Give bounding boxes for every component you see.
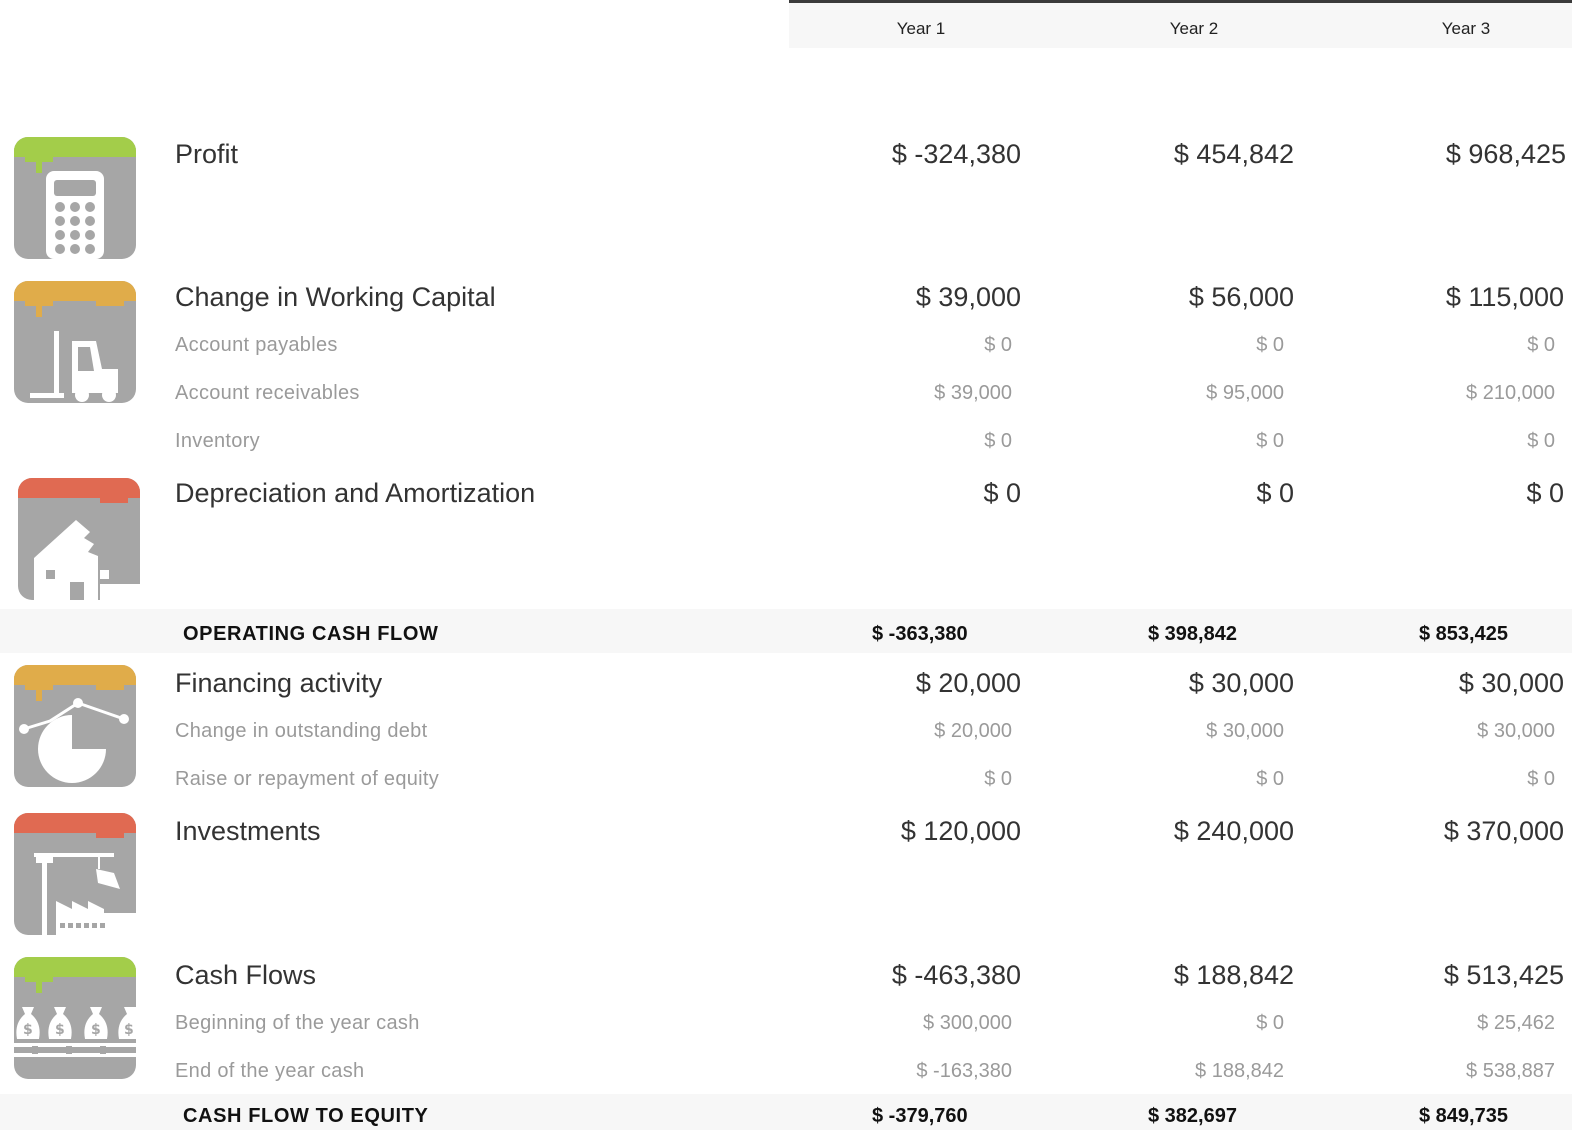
account-receivables-year-1: $ 39,000 — [934, 382, 1012, 404]
working-capital-year-1: $ 39,000 — [915, 282, 1021, 312]
year-3-header: Year 3 — [1441, 19, 1491, 38]
end-cash-year-3: $ 538,887 — [1466, 1060, 1555, 1082]
svg-text:$: $ — [55, 1022, 65, 1038]
investments-year-1: $ 120,000 — [900, 816, 1021, 846]
depreciation-year-2: $ 0 — [1256, 478, 1294, 508]
cash-flow-to-equity-year-2: $ 382,697 — [1148, 1105, 1237, 1127]
working-capital-year-3: $ 115,000 — [1445, 282, 1564, 312]
money-bags-icon: $ $ $ $ — [14, 957, 136, 1079]
pie-chart-icon — [14, 665, 136, 787]
outstanding-debt-year-2: $ 30,000 — [1206, 720, 1284, 742]
depreciation-label: Depreciation and Amortization — [175, 478, 536, 508]
profit-year-3: $ 968,425 — [1445, 139, 1566, 169]
svg-text:$: $ — [23, 1022, 33, 1038]
operating-cash-flow-year-2: $ 398,842 — [1148, 623, 1237, 645]
financing-year-3: $ 30,000 — [1458, 668, 1564, 698]
beginning-cash-label: Beginning of the year cash — [175, 1012, 420, 1034]
inventory-year-3: $ 0 — [1527, 430, 1555, 452]
financing-label: Financing activity — [175, 668, 383, 698]
equity-year-3: $ 0 — [1527, 768, 1555, 790]
calculator-icon — [14, 137, 136, 259]
account-payables-year-3: $ 0 — [1527, 334, 1555, 356]
beginning-cash-year-3: $ 25,462 — [1477, 1012, 1555, 1034]
outstanding-debt-year-3: $ 30,000 — [1477, 720, 1555, 742]
cash-flow-to-equity-year-1: $ -379,760 — [872, 1105, 968, 1127]
end-cash-label: End of the year cash — [175, 1060, 365, 1082]
cash-flows-label: Cash Flows — [175, 960, 317, 990]
account-payables-year-2: $ 0 — [1256, 334, 1284, 356]
equity-year-2: $ 0 — [1256, 768, 1284, 790]
financing-year-2: $ 30,000 — [1188, 668, 1294, 698]
cash-flows-year-2: $ 188,842 — [1173, 960, 1294, 990]
working-capital-year-2: $ 56,000 — [1188, 282, 1294, 312]
forklift-icon — [14, 281, 136, 403]
equity-year-1: $ 0 — [984, 768, 1012, 790]
operating-cash-flow-year-3: $ 853,425 — [1419, 623, 1508, 645]
profit-year-2: $ 454,842 — [1173, 139, 1294, 169]
end-cash-year-2: $ 188,842 — [1195, 1060, 1284, 1082]
depreciation-year-3: $ 0 — [1526, 478, 1564, 508]
beginning-cash-year-1: $ 300,000 — [923, 1012, 1012, 1034]
end-cash-year-1: $ -163,380 — [916, 1060, 1012, 1082]
inventory-year-1: $ 0 — [984, 430, 1012, 452]
account-receivables-year-3: $ 210,000 — [1466, 382, 1555, 404]
factory-crane-icon — [14, 813, 136, 935]
outstanding-debt-year-1: $ 20,000 — [934, 720, 1012, 742]
broken-house-icon — [18, 478, 140, 600]
operating-cash-flow-year-1: $ -363,380 — [872, 623, 968, 645]
profit-year-1: $ -324,380 — [891, 139, 1021, 169]
profit-label: Profit — [175, 139, 239, 169]
depreciation-year-1: $ 0 — [983, 478, 1021, 508]
cash-flows-year-1: $ -463,380 — [891, 960, 1021, 990]
financing-year-1: $ 20,000 — [915, 668, 1021, 698]
operating-cash-flow-label: OPERATING CASH FLOW — [183, 623, 439, 645]
svg-text:$: $ — [124, 1022, 134, 1038]
account-payables-year-1: $ 0 — [984, 334, 1012, 356]
outstanding-debt-label: Change in outstanding debt — [175, 720, 428, 742]
cash-flow-to-equity-year-3: $ 849,735 — [1419, 1105, 1508, 1127]
investments-label: Investments — [175, 816, 321, 846]
cash-flow-to-equity-label: CASH FLOW TO EQUITY — [183, 1105, 429, 1127]
inventory-year-2: $ 0 — [1256, 430, 1284, 452]
equity-label: Raise or repayment of equity — [175, 768, 440, 790]
svg-text:$: $ — [91, 1022, 101, 1038]
beginning-cash-year-2: $ 0 — [1256, 1012, 1284, 1034]
account-receivables-year-2: $ 95,000 — [1206, 382, 1284, 404]
account-payables-label: Account payables — [175, 334, 338, 356]
inventory-label: Inventory — [175, 430, 260, 452]
investments-year-3: $ 370,000 — [1443, 816, 1564, 846]
year-1-header: Year 1 — [896, 19, 946, 38]
year-header-bar: Year 1 Year 2 Year 3 — [789, 0, 1572, 48]
working-capital-label: Change in Working Capital — [175, 282, 496, 312]
year-2-header: Year 2 — [1169, 19, 1219, 38]
investments-year-2: $ 240,000 — [1173, 816, 1294, 846]
cash-flows-year-3: $ 513,425 — [1443, 960, 1564, 990]
account-receivables-label: Account receivables — [175, 382, 360, 404]
